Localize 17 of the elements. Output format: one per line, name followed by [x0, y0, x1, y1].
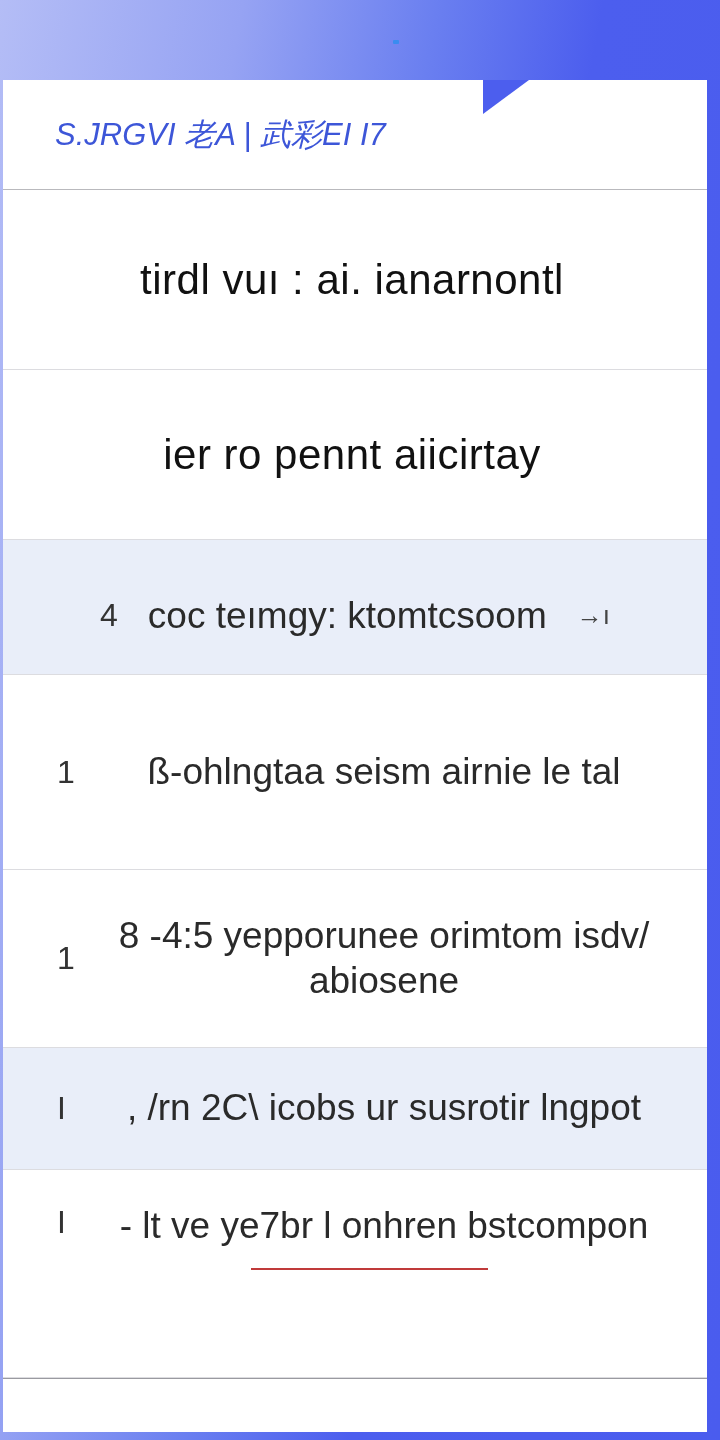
- row-number: 4: [100, 597, 118, 635]
- app-title: S.JRGVI 老A | 武彩EI I7: [55, 115, 386, 154]
- row-number: I: [57, 1090, 67, 1127]
- row-text: tirdl vuı : ai. ianarnontl: [140, 255, 564, 303]
- row-number: I: [57, 1204, 67, 1241]
- row-text: ß-ohlngtaa seism airnie le tal: [147, 749, 621, 794]
- row-text: - lt ve ye7br l onhren bstcompon: [119, 1205, 649, 1246]
- list-row[interactable]: I , /rn 2C\ icobs ur susrotir lngpot: [3, 1048, 707, 1170]
- list-row[interactable]: 4 coc teımgy: ktomtcsoom →ı: [3, 540, 707, 675]
- row-text: 8 -4:5 yepporunee orimtom isdv/ abiosene: [118, 915, 650, 1001]
- row-trailing-text: →ı: [576, 600, 610, 632]
- row-number: 1: [57, 940, 76, 977]
- row-text: ier ro pennt aiicirtay: [163, 430, 541, 478]
- row-text: , /rn 2C\ icobs ur susrotir lngpot: [126, 1087, 642, 1129]
- row-number: 1: [57, 753, 76, 791]
- card-notch-drawing: [483, 80, 529, 114]
- row-text: coc teımgy: ktomtcsoom: [147, 593, 547, 638]
